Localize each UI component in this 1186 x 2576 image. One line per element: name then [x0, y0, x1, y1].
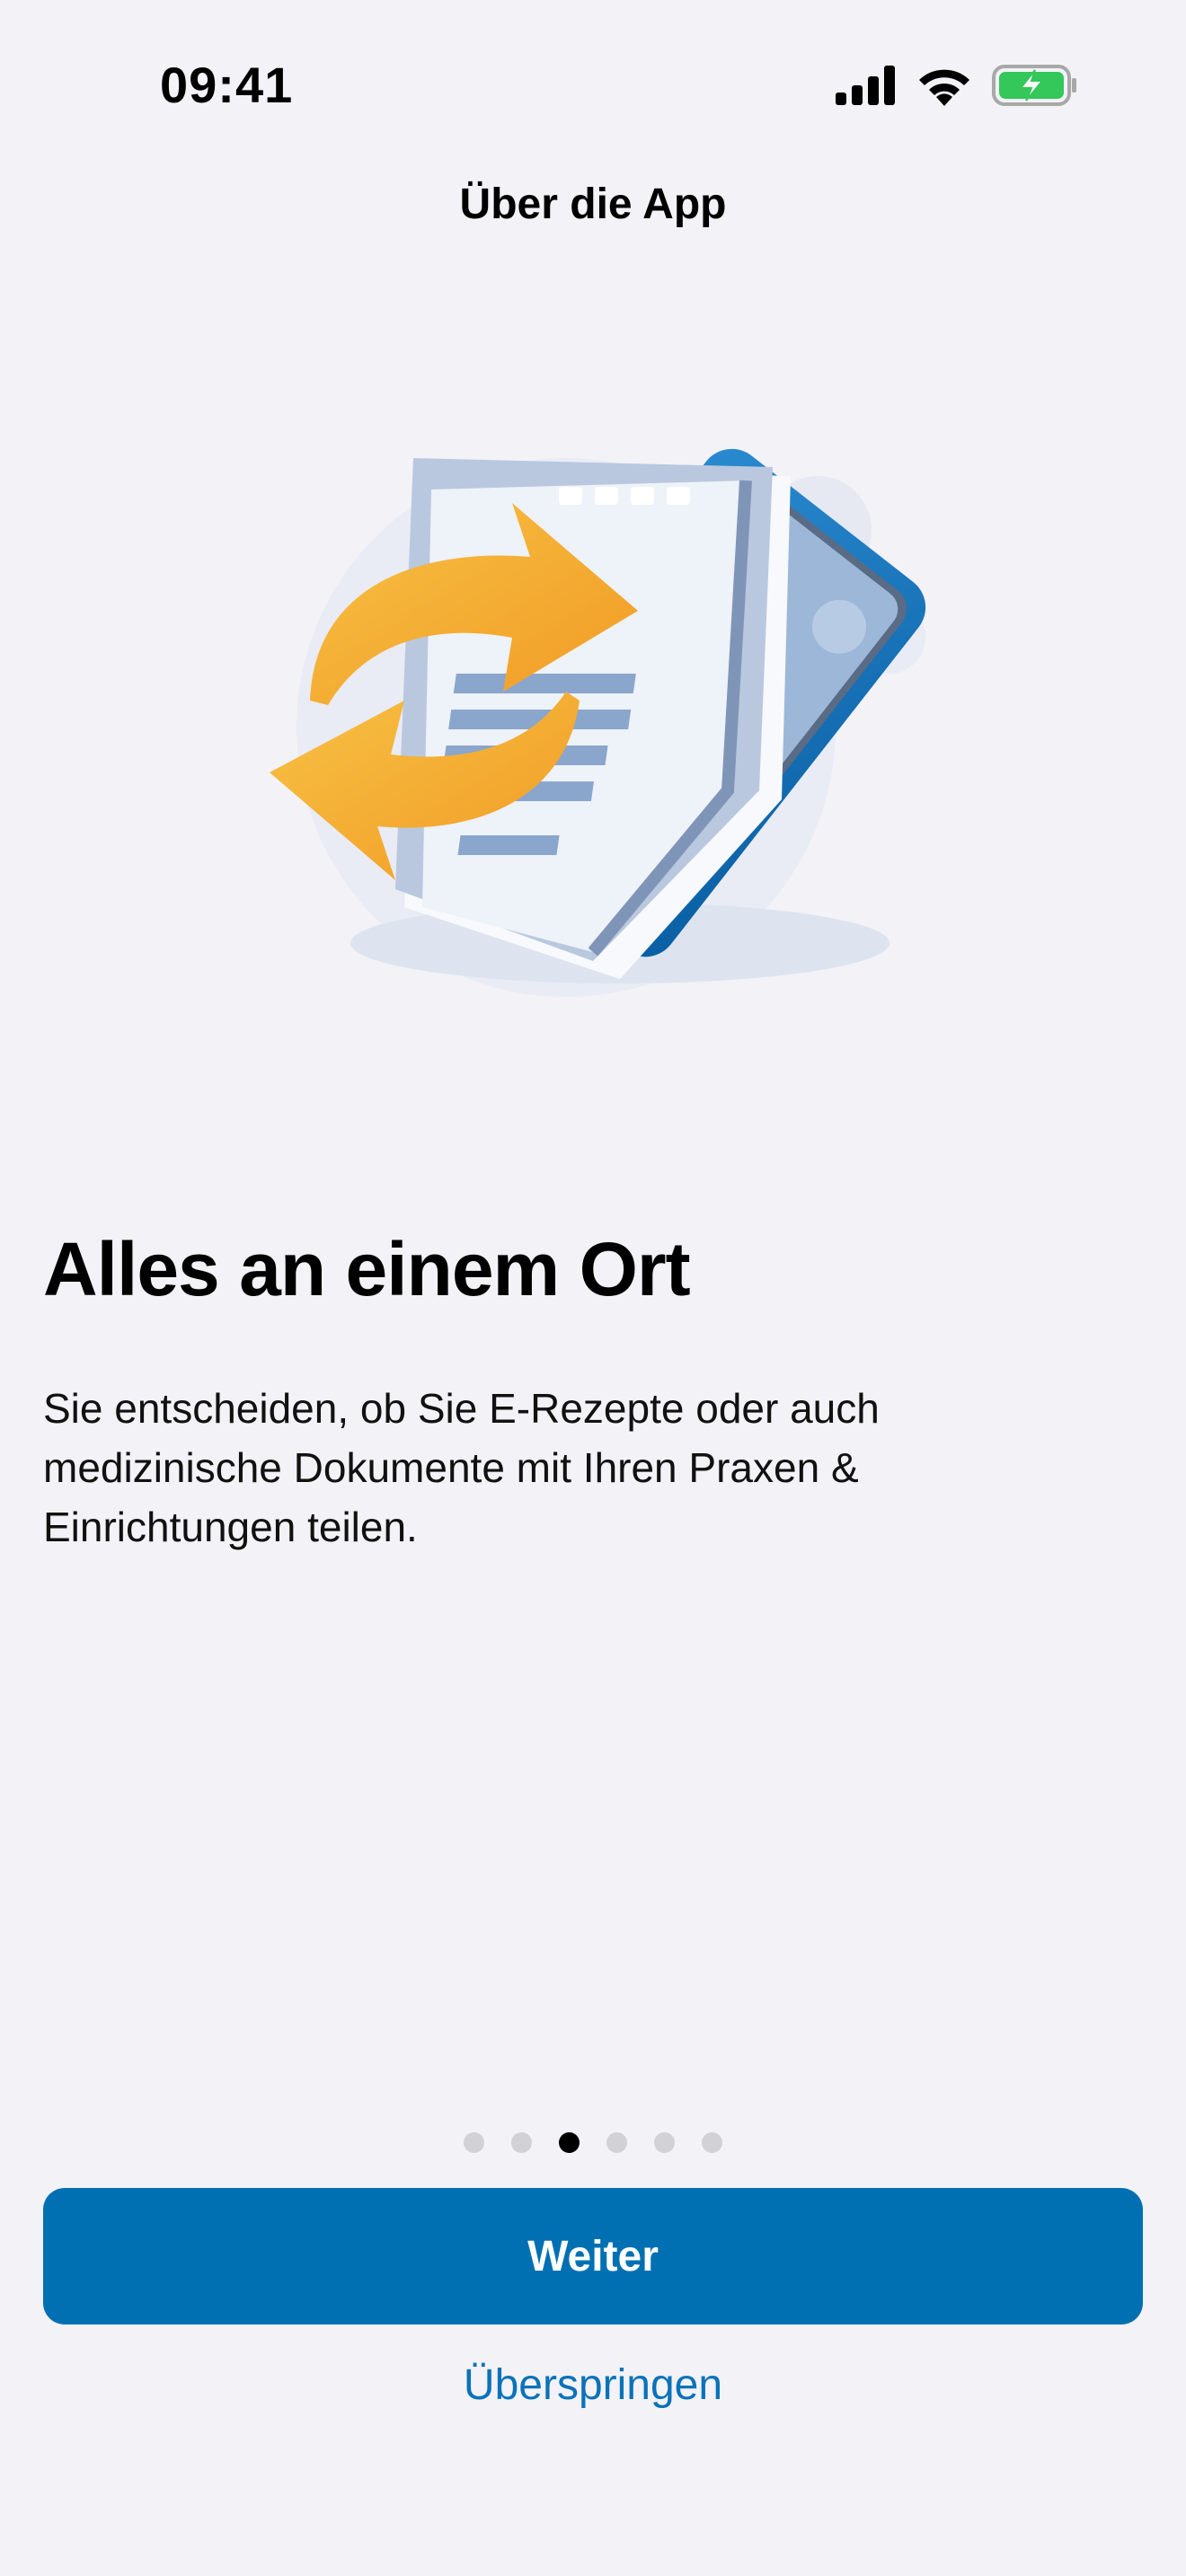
status-time: 09:41	[160, 57, 294, 113]
page-dot[interactable]	[464, 2132, 484, 2153]
status-bar: 09:41	[0, 0, 1186, 162]
page-dot[interactable]	[511, 2132, 532, 2153]
page-dot[interactable]	[702, 2132, 722, 2153]
page-dot[interactable]	[606, 2132, 627, 2153]
nav-title: Über die App	[459, 181, 727, 228]
continue-button[interactable]: Weiter	[43, 2188, 1143, 2325]
signal-icon	[836, 66, 895, 105]
wifi-icon	[919, 69, 969, 106]
headline: Alles an einem Ort	[43, 1227, 691, 1311]
page-dot-active[interactable]	[559, 2132, 580, 2153]
skip-button[interactable]: Überspringen	[0, 2360, 1186, 2410]
document-sync-illustration	[270, 448, 926, 997]
status-icons	[836, 65, 1078, 106]
page-indicator[interactable]	[0, 2132, 1186, 2153]
body-text: Sie entscheiden, ob Sie E-Rezepte oder a…	[43, 1385, 880, 1550]
page-dot[interactable]	[654, 2132, 675, 2153]
battery-charging-icon	[992, 65, 1076, 106]
